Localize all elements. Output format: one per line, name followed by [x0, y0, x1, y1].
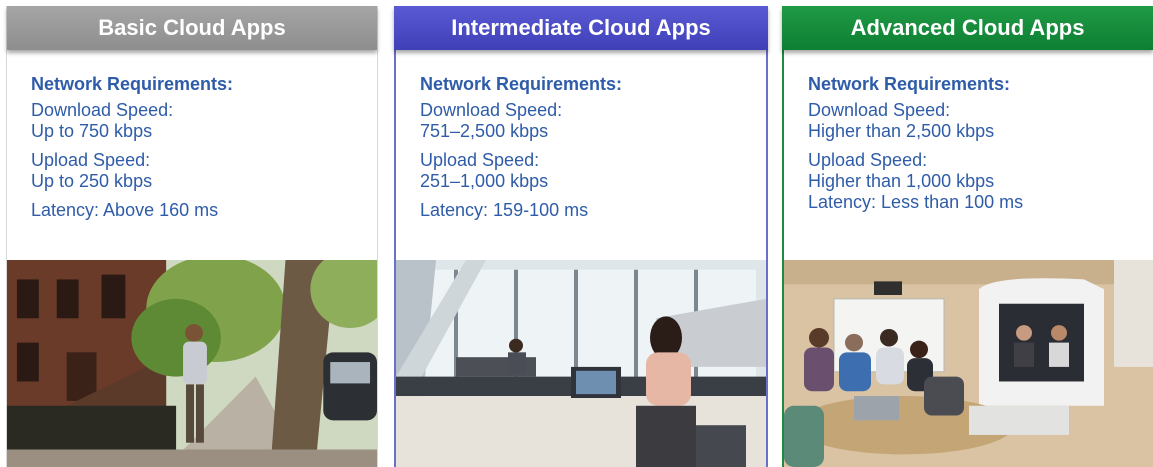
telepresence-room-photo: [784, 260, 1153, 467]
card-body: Network Requirements: Download Speed: Up…: [7, 50, 377, 221]
basic-cloud-apps-card: Basic Cloud Apps Network Requirements: D…: [6, 6, 378, 467]
latency-text: Latency: Above 160 ms: [31, 200, 219, 220]
airport-lounge-photo: [396, 260, 766, 467]
upload-value: Higher than 1,000 kbps: [808, 171, 995, 191]
advanced-cloud-apps-card: Advanced Cloud Apps Network Requirements…: [782, 6, 1153, 467]
intermediate-cloud-apps-card: Intermediate Cloud Apps Network Requirem…: [394, 6, 768, 467]
card-title: Advanced Cloud Apps: [782, 6, 1153, 50]
download-label: Download Speed:: [420, 100, 563, 120]
requirements-heading: Network Requirements:: [808, 74, 1011, 94]
download-value: 751–2,500 kbps: [420, 121, 549, 141]
card-title: Intermediate Cloud Apps: [394, 6, 768, 50]
upload-value: Up to 250 kbps: [31, 171, 153, 191]
requirements-heading: Network Requirements:: [31, 74, 234, 94]
upload-value: 251–1,000 kbps: [420, 171, 549, 191]
latency-text: Latency: Less than 100 ms: [808, 192, 1024, 212]
download-label: Download Speed:: [31, 100, 174, 120]
card-body: Network Requirements: Download Speed: 75…: [396, 50, 766, 221]
requirements-heading: Network Requirements:: [420, 74, 623, 94]
upload-label: Upload Speed:: [420, 150, 540, 170]
card-body: Network Requirements: Download Speed: Hi…: [784, 50, 1153, 213]
upload-label: Upload Speed:: [31, 150, 151, 170]
latency-text: Latency: 159-100 ms: [420, 200, 589, 220]
download-value: Higher than 2,500 kbps: [808, 121, 995, 141]
download-value: Up to 750 kbps: [31, 121, 153, 141]
upload-label: Upload Speed:: [808, 150, 928, 170]
street-photo: [7, 260, 377, 467]
card-title: Basic Cloud Apps: [7, 6, 377, 50]
download-label: Download Speed:: [808, 100, 951, 120]
